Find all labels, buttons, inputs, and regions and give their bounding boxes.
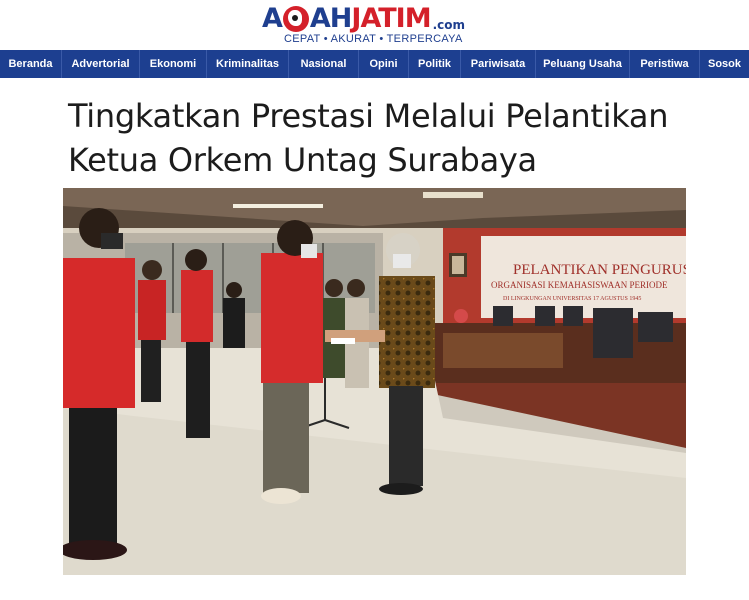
- nav-item-pariwisata[interactable]: Pariwisata: [461, 50, 536, 78]
- nav-item-politik[interactable]: Politik: [409, 50, 461, 78]
- banner-text-line1: PELANTIKAN PENGURUS: [513, 262, 686, 278]
- logo-text-a: A: [262, 3, 283, 34]
- banner-text-line2: ORGANISASI KEMAHASISWAAN PERIODE: [491, 280, 668, 290]
- nav-item-ekonomi[interactable]: Ekonomi: [140, 50, 207, 78]
- logo-wordmark: A AH JATIM .com: [262, 4, 465, 34]
- nav-item-beranda[interactable]: Beranda: [0, 50, 62, 78]
- nav-item-peluang-usaha[interactable]: Peluang Usaha: [536, 50, 630, 78]
- logo-text-jatim: JATIM: [351, 3, 431, 34]
- banner-text-line3: DI LINGKUNGAN UNIVERSITAS 17 AGUSTUS 194…: [503, 296, 641, 302]
- site-logo[interactable]: A AH JATIM .com CEPAT • AKURAT • TERPERC…: [262, 4, 490, 46]
- logo-emblem-icon: [282, 6, 309, 32]
- nav-item-opini[interactable]: Opini: [359, 50, 409, 78]
- logo-text-ah: AH: [309, 3, 352, 34]
- site-header: A AH JATIM .com CEPAT • AKURAT • TERPERC…: [0, 0, 749, 50]
- nav-item-sosok[interactable]: Sosok: [700, 50, 749, 78]
- featured-photo-illustration: PELANTIKAN PENGURUS ORGANISASI KEMAHASIS…: [63, 188, 686, 575]
- nav-item-kriminalitas[interactable]: Kriminalitas: [207, 50, 289, 78]
- article-title: Tingkatkan Prestasi Melalui Pelantikan K…: [68, 97, 669, 179]
- article-featured-image[interactable]: PELANTIKAN PENGURUS ORGANISASI KEMAHASIS…: [63, 188, 686, 575]
- main-nav: Beranda Advertorial Ekonomi Kriminalitas…: [0, 50, 749, 78]
- nav-item-peristiwa[interactable]: Peristiwa: [630, 50, 700, 78]
- nav-item-advertorial[interactable]: Advertorial: [62, 50, 140, 78]
- site-tagline: CEPAT • AKURAT • TERPERCAYA: [284, 33, 463, 45]
- nav-item-nasional[interactable]: Nasional: [289, 50, 359, 78]
